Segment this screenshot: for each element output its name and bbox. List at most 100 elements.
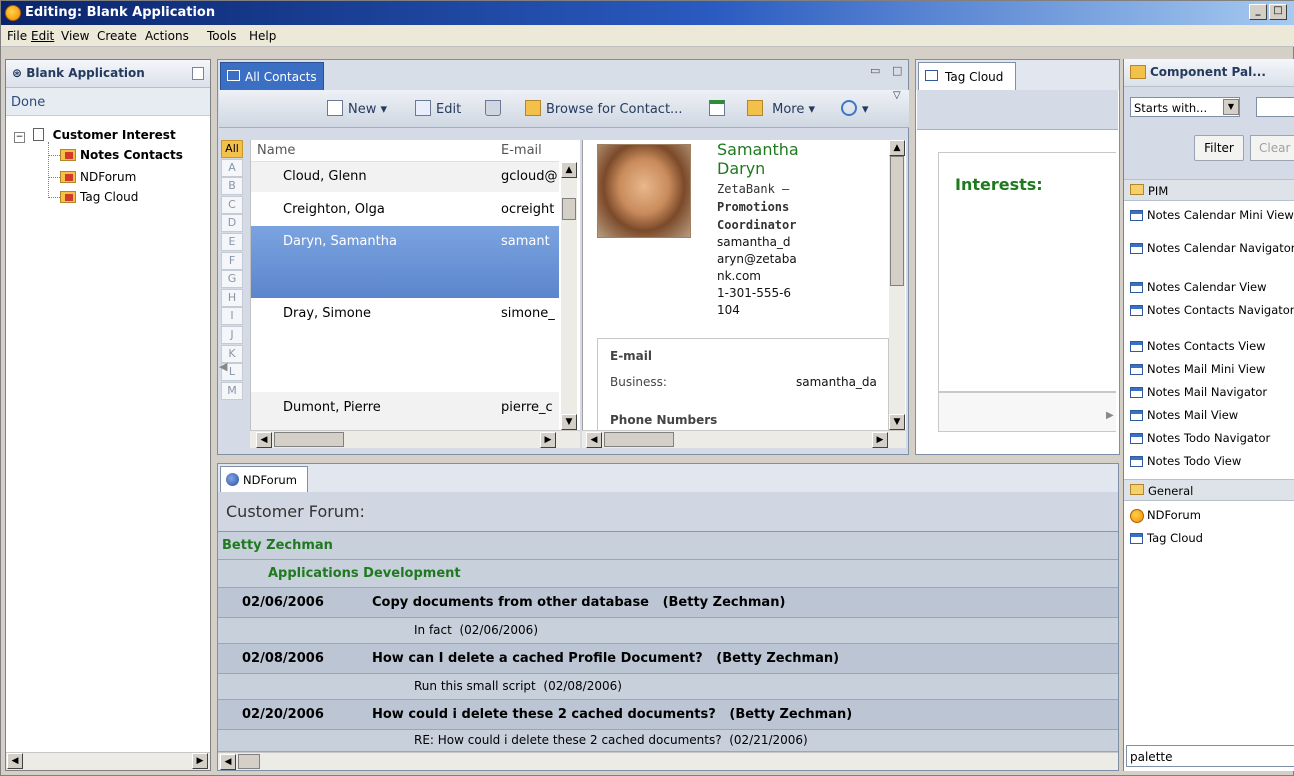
filter-text-input[interactable] xyxy=(1256,97,1294,117)
forum-category-row[interactable]: Applications Development xyxy=(218,560,1118,588)
alpha-index-a[interactable]: A xyxy=(221,158,243,177)
minimize-button[interactable]: _ xyxy=(1249,4,1267,20)
delete-button[interactable] xyxy=(485,100,506,117)
menu-edit[interactable]: Edit xyxy=(31,29,54,43)
scroll-left-button[interactable]: ◀ xyxy=(7,753,23,769)
toolbar-overflow-icon[interactable]: ▽ xyxy=(893,90,901,101)
alpha-index-f[interactable]: F xyxy=(221,251,243,270)
menu-file[interactable]: File xyxy=(7,29,27,43)
menu-help[interactable]: Help xyxy=(249,29,276,43)
filter-button[interactable]: Filter xyxy=(1194,135,1244,161)
tree-label: NDForum xyxy=(80,170,137,184)
table-row[interactable]: Dray, Simone simone_ xyxy=(251,298,559,392)
topic-row[interactable]: 02/06/2006 Copy documents from other dat… xyxy=(218,588,1118,618)
reply-row[interactable]: RE: How could i delete these 2 cached do… xyxy=(218,730,1118,752)
view-menu-icon[interactable] xyxy=(192,67,204,80)
scroll-thumb[interactable] xyxy=(562,198,576,220)
reply-row[interactable]: In fact (02/06/2006) xyxy=(218,618,1118,644)
contact-list-hscrollbar[interactable]: ◀ ▶ xyxy=(250,430,580,448)
table-row[interactable]: Cloud, Glenn gcloud@ xyxy=(251,162,559,192)
palette-group-general[interactable]: General xyxy=(1124,479,1294,501)
scroll-thumb[interactable] xyxy=(274,432,344,447)
scroll-right-button[interactable]: ▶ xyxy=(872,432,888,448)
chevron-down-icon[interactable]: ▼ xyxy=(1223,99,1239,115)
table-row[interactable]: Creighton, Olga ocreight xyxy=(251,192,559,226)
alpha-index-g[interactable]: G xyxy=(221,270,243,289)
clear-button[interactable]: Clear xyxy=(1250,135,1294,161)
phone-line: 1-301-555-6 xyxy=(717,286,792,300)
tab-tag-cloud[interactable]: Tag Cloud xyxy=(918,62,1016,90)
job-title-line: Promotions xyxy=(717,200,790,214)
contact-name: Creighton, Olga xyxy=(283,202,385,217)
scroll-thumb[interactable] xyxy=(604,432,674,447)
maximize-view-icon[interactable]: □ xyxy=(892,64,902,77)
menu-create[interactable]: Create xyxy=(97,29,137,43)
forum-author-row[interactable]: Betty Zechman xyxy=(218,532,1118,560)
scroll-up-button[interactable]: ▲ xyxy=(889,140,905,156)
reply-row[interactable]: Run this small script (02/08/2006) xyxy=(218,674,1118,700)
topic-row[interactable]: 02/08/2006 How can I delete a cached Pro… xyxy=(218,644,1118,674)
maximize-button[interactable]: □ xyxy=(1269,4,1287,20)
new-button[interactable]: New ▾ xyxy=(327,100,387,117)
scroll-thumb[interactable] xyxy=(890,156,904,286)
scroll-left-button[interactable]: ◀ xyxy=(256,432,272,448)
table-row[interactable]: Dumont, Pierre pierre_c xyxy=(251,392,559,430)
tab-ndforum[interactable]: NDForum xyxy=(220,466,308,494)
palette-item-label: Notes Mail Mini View xyxy=(1147,362,1266,376)
tree-item-ndforum[interactable]: NDForum xyxy=(48,170,136,190)
view-icon xyxy=(1130,341,1143,352)
tree-item-customer-interest[interactable]: − Customer Interest xyxy=(14,128,176,148)
menu-view[interactable]: View xyxy=(61,29,89,43)
forum-hscrollbar[interactable]: ◀ xyxy=(218,752,1118,770)
scroll-right-button[interactable]: ▶ xyxy=(192,753,208,769)
alpha-index-j[interactable]: J xyxy=(221,326,243,344)
palette-search-input[interactable]: palette xyxy=(1126,745,1294,767)
navigator-hscrollbar[interactable]: ◀ ▶ xyxy=(6,752,210,770)
alpha-index-i[interactable]: I xyxy=(221,307,243,326)
scroll-thumb[interactable] xyxy=(238,754,260,769)
calendar-button[interactable] xyxy=(709,100,730,117)
email-section-heading: E-mail xyxy=(610,349,653,363)
minimize-view-icon[interactable]: ▭ xyxy=(870,64,880,77)
alpha-index-c[interactable]: C xyxy=(221,195,243,214)
menu-tools[interactable]: Tools xyxy=(207,29,237,43)
tree-item-notes-contacts[interactable]: Notes Contacts xyxy=(48,148,183,168)
first-name: Samantha xyxy=(717,140,799,159)
detail-hscrollbar[interactable]: ◀ ▶ xyxy=(582,430,906,448)
alpha-index-d[interactable]: D xyxy=(221,214,243,233)
topic-row[interactable]: 02/20/2006 How could i delete these 2 ca… xyxy=(218,700,1118,730)
contact-list-vscrollbar[interactable]: ▲ ▼ xyxy=(561,162,577,430)
menu-actions[interactable]: Actions xyxy=(145,29,189,43)
table-row-selected[interactable]: Daryn, Samantha samant xyxy=(251,226,559,298)
phone-line: 104 xyxy=(717,303,740,317)
browse-contact-button[interactable]: Browse for Contact... xyxy=(525,100,682,117)
collapse-right-icon[interactable]: ▶ xyxy=(1106,410,1114,421)
view-icon xyxy=(227,70,240,81)
filter-mode-select[interactable]: Starts with... ▼ xyxy=(1130,97,1240,117)
edit-button[interactable]: Edit xyxy=(415,100,461,117)
alpha-index-m[interactable]: M xyxy=(221,381,243,400)
business-email[interactable]: samantha_da xyxy=(796,375,890,389)
alpha-index-b[interactable]: B xyxy=(221,177,243,196)
tree-item-tag-cloud[interactable]: Tag Cloud xyxy=(48,190,138,210)
alpha-index-h[interactable]: H xyxy=(221,288,243,307)
palette-group-pim[interactable]: PIM xyxy=(1124,179,1294,201)
scroll-left-button[interactable]: ◀ xyxy=(220,754,236,770)
scroll-down-button[interactable]: ▼ xyxy=(889,414,905,430)
more-button[interactable]: More ▾ xyxy=(747,100,815,117)
column-email-header[interactable]: E-mail xyxy=(501,143,542,158)
scroll-right-button[interactable]: ▶ xyxy=(540,432,556,448)
column-name-header[interactable]: Name xyxy=(257,143,295,158)
detail-vscrollbar[interactable]: ▲ ▼ xyxy=(889,140,905,430)
contacts-view: All Contacts ▭ □ New ▾ Edit Browse for C… xyxy=(217,59,909,455)
scroll-left-button[interactable]: ◀ xyxy=(586,432,602,448)
search-button[interactable]: ▾ xyxy=(841,100,869,117)
scroll-down-button[interactable]: ▼ xyxy=(561,414,577,430)
alpha-index-all[interactable]: All xyxy=(221,140,243,158)
tab-all-contacts[interactable]: All Contacts xyxy=(220,62,324,90)
alpha-index-e[interactable]: E xyxy=(221,233,243,251)
collapse-left-icon[interactable]: ◀ xyxy=(219,360,227,373)
collapse-icon[interactable]: − xyxy=(14,132,25,143)
filter-mode-value: Starts with... xyxy=(1134,101,1208,115)
scroll-up-button[interactable]: ▲ xyxy=(561,162,577,178)
